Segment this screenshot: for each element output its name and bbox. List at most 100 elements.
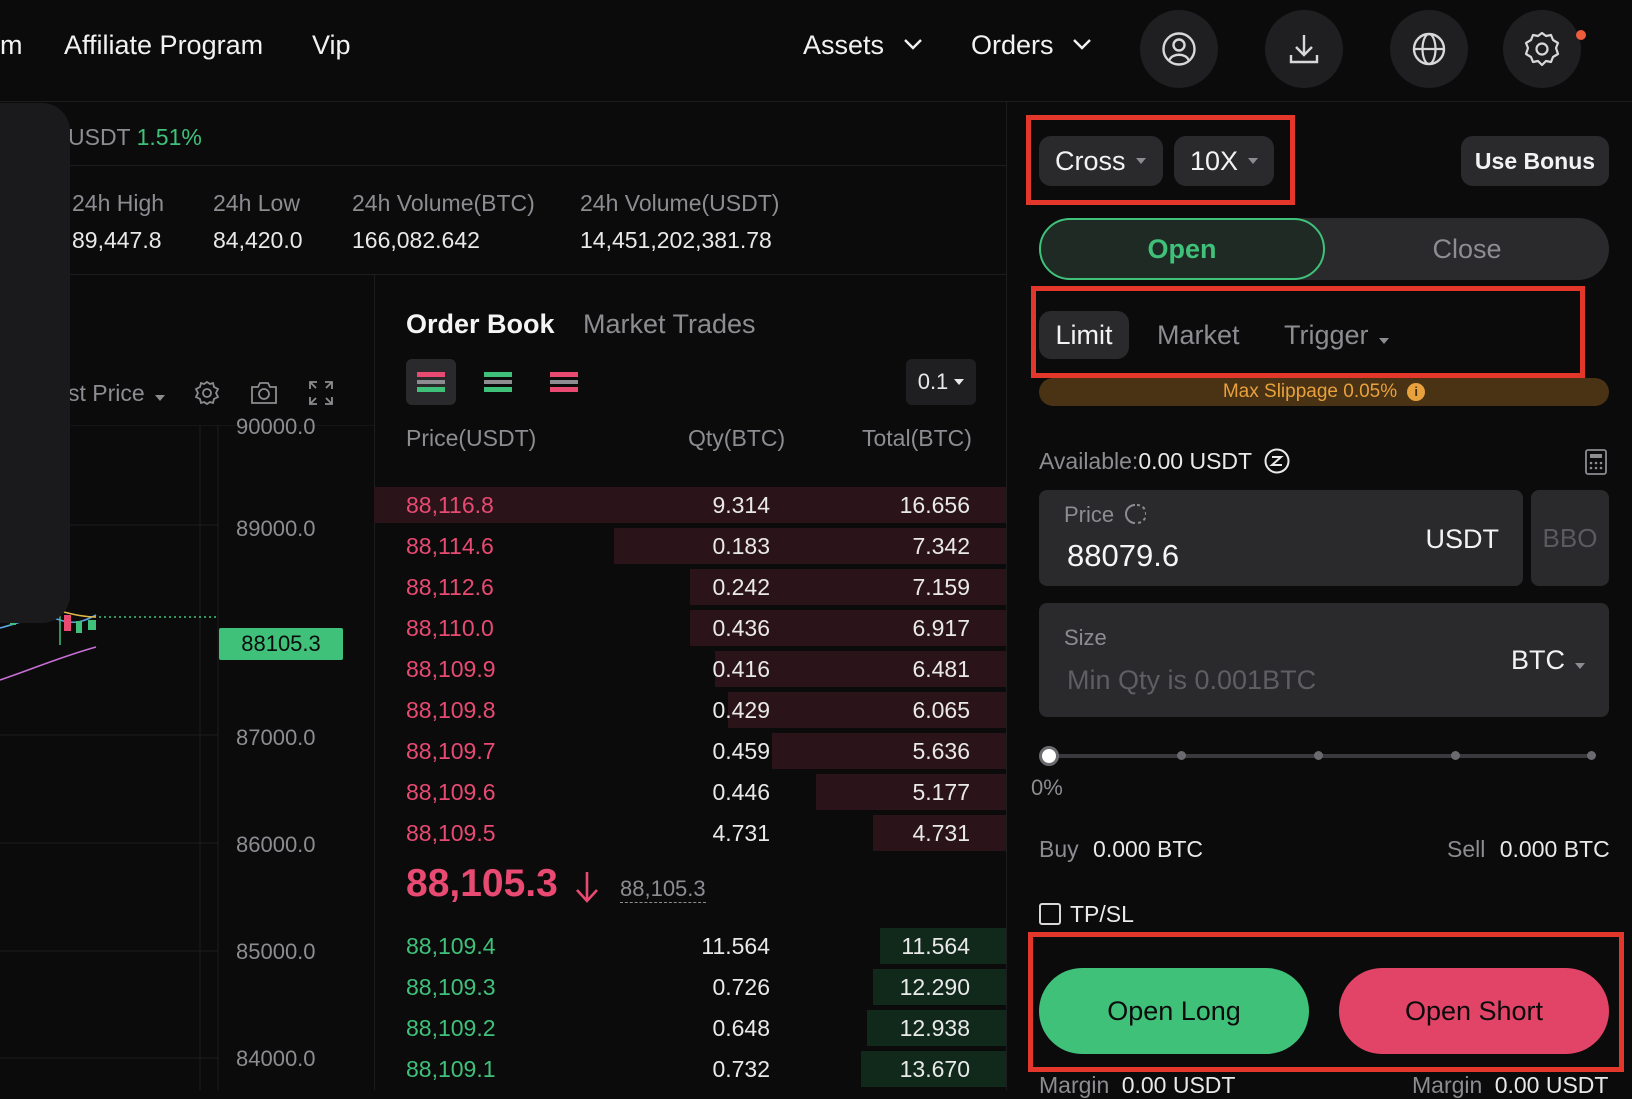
chart-settings-icon[interactable]: [193, 379, 221, 407]
nav-affiliate-program[interactable]: Affiliate Program: [64, 30, 263, 61]
slider-handle[interactable]: [1039, 746, 1059, 766]
price-unit: USDT: [1425, 524, 1500, 554]
price-value: 88079.6: [1067, 538, 1180, 573]
size-slider-track[interactable]: [1039, 746, 1596, 766]
book-qty: 0.446: [712, 779, 770, 805]
tab-market-trades[interactable]: Market Trades: [583, 309, 756, 340]
tpsl-checkbox[interactable]: [1039, 903, 1061, 925]
book-price: 88,109.9: [406, 656, 496, 682]
stat-label: 24h High: [72, 190, 165, 216]
language-button[interactable]: [1390, 10, 1468, 88]
bid-row[interactable]: 88,109.1 0.732 13.670: [374, 1049, 1006, 1089]
nav-vip[interactable]: Vip: [312, 30, 351, 61]
ask-row[interactable]: 88,116.8 9.314 16.656: [374, 485, 1006, 525]
ask-row[interactable]: 88,109.8 0.429 6.065: [374, 690, 1006, 730]
margin-long: Margin 0.00 USDT: [1039, 1072, 1235, 1099]
settings-button[interactable]: [1503, 10, 1581, 88]
header-price: Price(USDT): [406, 425, 537, 451]
ticker-bar: USDT 1.51%: [0, 102, 1006, 166]
book-total: 7.159: [912, 574, 970, 600]
book-qty: 0.732: [712, 1056, 770, 1082]
caret-down-icon: [954, 379, 965, 385]
camera-icon[interactable]: [249, 379, 279, 407]
slider-tick: [1451, 751, 1460, 760]
mark-price[interactable]: 88,105.3: [620, 876, 706, 903]
header-total: Total(BTC): [862, 425, 972, 451]
last-price-tag: 88105.3: [219, 628, 343, 660]
price-mode-dropdown[interactable]: st Price: [68, 380, 165, 407]
book-price: 88,109.8: [406, 697, 496, 723]
stat-value: 14,451,202,381.78: [580, 227, 772, 253]
book-qty: 0.726: [712, 974, 770, 1000]
book-asks-icon[interactable]: [550, 372, 578, 392]
user-icon: [1162, 32, 1196, 66]
transfer-icon[interactable]: [1264, 448, 1290, 474]
book-total: 16.656: [899, 492, 970, 518]
available-value: 0.00 USDT: [1138, 448, 1252, 474]
y-axis-tick: 86000.0: [236, 832, 316, 857]
book-price: 88,116.8: [406, 492, 494, 518]
notification-dot: [1576, 30, 1586, 40]
book-qty: 0.416: [712, 656, 770, 682]
bid-row[interactable]: 88,109.2 0.648 12.938: [374, 1008, 1006, 1048]
ask-row[interactable]: 88,109.5 4.731 4.731: [374, 813, 1006, 853]
sell-amount: Sell 0.000 BTC: [1447, 836, 1610, 863]
book-price: 88,109.6: [406, 779, 496, 805]
highlight-box: [1028, 932, 1624, 1072]
nav-orders-dropdown[interactable]: Orders: [971, 30, 1091, 61]
depth-bar: [772, 733, 1006, 769]
precision-dropdown[interactable]: 0.1: [906, 359, 976, 405]
ask-row[interactable]: 88,112.6 0.242 7.159: [374, 567, 1006, 607]
use-bonus-button[interactable]: Use Bonus: [1461, 136, 1609, 186]
book-price: 88,109.4: [406, 933, 496, 959]
nav-item-partial[interactable]: m: [0, 30, 23, 61]
ask-row[interactable]: 88,109.6 0.446 5.177: [374, 772, 1006, 812]
tab-order-book[interactable]: Order Book: [406, 309, 555, 340]
calculator-icon[interactable]: [1585, 449, 1607, 475]
slider-tick: [1587, 751, 1596, 760]
book-total: 6.065: [912, 697, 970, 723]
margin-value: 0.00 USDT: [1121, 1072, 1236, 1098]
bid-row[interactable]: 88,109.3 0.726 12.290: [374, 967, 1006, 1007]
header-qty: Qty(BTC): [688, 425, 786, 451]
download-button[interactable]: [1265, 10, 1343, 88]
ask-row[interactable]: 88,114.6 0.183 7.342: [374, 526, 1006, 566]
book-bids-icon[interactable]: [484, 372, 512, 392]
close-tab[interactable]: Close: [1325, 218, 1609, 280]
max-slippage-label: Max Slippage 0.05%: [1222, 381, 1398, 402]
book-qty: 11.564: [701, 933, 770, 959]
book-price: 88,109.5: [406, 820, 496, 846]
bbo-button[interactable]: BBO: [1531, 490, 1609, 586]
size-input[interactable]: Size Min Qty is 0.001BTC BTC: [1039, 603, 1609, 717]
account-button[interactable]: [1140, 10, 1218, 88]
book-both-icon: [417, 372, 445, 392]
overlay-panel: [0, 103, 70, 623]
bid-row[interactable]: 88,109.4 11.564 11.564: [374, 926, 1006, 966]
nav-orders-label: Orders: [971, 30, 1054, 60]
ask-row[interactable]: 88,110.0 0.436 6.917: [374, 608, 1006, 648]
y-axis-tick: 85000.0: [236, 939, 316, 964]
book-qty: 0.648: [712, 1015, 770, 1041]
caret-down-icon: [1575, 663, 1585, 669]
highlight-box: [1026, 115, 1295, 205]
size-unit-dropdown[interactable]: BTC: [1511, 645, 1585, 676]
info-icon: i: [1407, 383, 1426, 401]
nav-assets-dropdown[interactable]: Assets: [803, 30, 922, 61]
refresh-icon[interactable]: [1124, 503, 1148, 525]
price-input[interactable]: Price 88079.6 USDT: [1039, 490, 1523, 586]
y-axis-tick: 87000.0: [236, 725, 316, 750]
ask-row[interactable]: 88,109.9 0.416 6.481: [374, 649, 1006, 689]
ask-row[interactable]: 88,109.7 0.459 5.636: [374, 731, 1006, 771]
stat-value: 166,082.642: [352, 227, 480, 253]
stat-label: 24h Volume(USDT): [580, 190, 780, 216]
book-view-both-button[interactable]: [406, 359, 456, 405]
precision-value: 0.1: [917, 369, 949, 394]
caret-down-icon: [154, 395, 165, 401]
book-total: 12.290: [899, 974, 970, 1000]
fullscreen-icon[interactable]: [307, 379, 335, 407]
last-price: 88,105.3: [406, 862, 558, 906]
open-tab[interactable]: Open: [1039, 218, 1325, 280]
book-total: 5.636: [912, 738, 970, 764]
slider-tick: [1177, 751, 1186, 760]
max-slippage-bar[interactable]: Max Slippage 0.05% i: [1039, 378, 1609, 406]
